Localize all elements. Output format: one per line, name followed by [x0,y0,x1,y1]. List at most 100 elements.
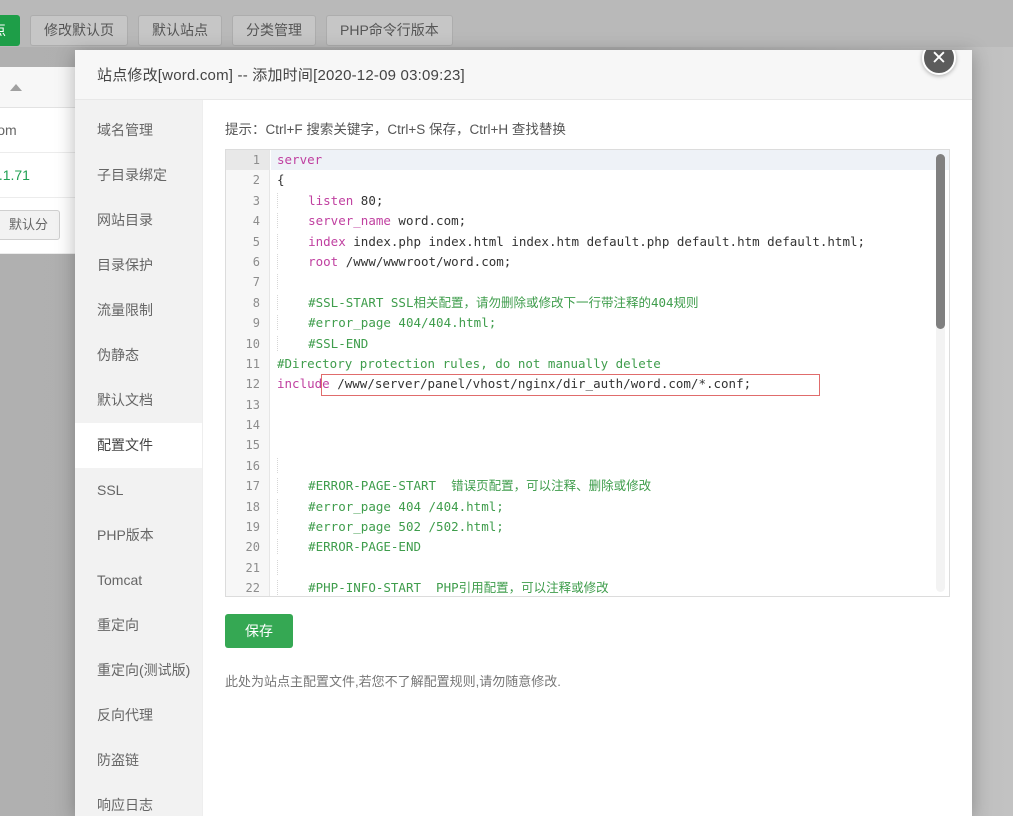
sidebar-item-label: 伪静态 [97,347,139,363]
code-line[interactable] [271,395,949,415]
indent-guide [277,458,308,473]
sidebar-item-label: 目录保护 [97,257,153,273]
footer-note: 此处为站点主配置文件,若您不了解配置规则,请勿随意修改. [225,671,950,690]
modal-sidebar: 域名管理子目录绑定网站目录目录保护流量限制伪静态默认文档配置文件 SSL PHP版本… [75,100,203,816]
default-category-button[interactable]: 默认分 [0,210,60,240]
sidebar-item-label: 默认文档 [97,392,153,408]
sidebar-item-label: 响应日志 [97,797,153,813]
code-line[interactable]: include /www/server/panel/vhost/nginx/di… [271,374,949,394]
code-line[interactable]: server_name word.com; [271,211,949,231]
editor-scrollbar[interactable] [936,154,945,592]
site-name-cell: word.com [0,122,17,138]
indent-guide [277,336,308,351]
code-line[interactable]: #error_page 502 /502.html; [271,517,949,537]
sidebar-item-10[interactable]: Tomcat [75,558,202,603]
code-line[interactable]: root /www/wwwroot/word.com; [271,252,949,272]
sidebar-item-9[interactable]: PHP版本 [75,513,202,558]
code-line[interactable]: index index.php index.html index.htm def… [271,232,949,252]
sidebar-item-13[interactable]: 反向代理 [75,693,202,738]
modal-title: 站点修改[word.com] -- 添加时间[2020-12-09 03:09:… [97,64,465,85]
background-toolbar: 点 修改默认页 默认站点 分类管理 PHP命令行版本 [0,0,1013,47]
line-number: 16 [226,456,269,476]
sidebar-item-11[interactable]: 重定向 [75,603,202,648]
code-line[interactable]: #error_page 404/404.html; [271,313,949,333]
code-line[interactable]: listen 80; [271,191,949,211]
modal-header: 站点修改[word.com] -- 添加时间[2020-12-09 03:09:… [75,50,972,100]
line-number: 17 [226,476,269,496]
line-number: 19 [226,517,269,537]
indent-guide [277,499,308,514]
code-line[interactable]: #SSL-END [271,334,949,354]
sidebar-item-label: 防盗链 [97,752,139,768]
sidebar-item-label: 域名管理 [97,122,153,138]
code-token: include [277,376,330,391]
code-line[interactable]: { [271,170,949,190]
category-management-button[interactable]: 分类管理 [232,15,316,46]
sidebar-item-8[interactable]: SSL [75,468,202,513]
code-token: #SSL-START SSL相关配置，请勿删除或修改下一行带注释的404规则 [308,295,698,310]
sidebar-item-label: PHP版本 [97,527,154,543]
line-number: 1 [226,150,269,170]
sidebar-item-label: 配置文件 [97,437,153,453]
default-site-button[interactable]: 默认站点 [138,15,222,46]
code-line[interactable] [271,435,949,455]
code-line[interactable]: server [271,150,949,170]
line-number: 8 [226,293,269,313]
code-line[interactable]: #error_page 404 /404.html; [271,497,949,517]
code-token: server [277,152,322,167]
code-token: root [308,254,338,269]
code-token: listen [308,193,353,208]
sidebar-item-15[interactable]: 响应日志 [75,783,202,816]
code-line[interactable] [271,415,949,435]
sidebar-item-0[interactable]: 域名管理 [75,108,202,153]
sidebar-item-1[interactable]: 子目录绑定 [75,153,202,198]
sidebar-item-12[interactable]: 重定向(测试版) [75,648,202,693]
editor-scrollbar-thumb[interactable] [936,154,945,329]
sidebar-item-label: 重定向 [97,617,139,633]
line-number: 11 [226,354,269,374]
code-token: index [308,234,346,249]
code-token: #error_page 404/404.html; [308,315,496,330]
code-token: #error_page 404 /404.html; [308,499,504,514]
editor-code-area[interactable]: server { listen 80; server_name word.com;… [271,150,949,596]
modal-body: 域名管理子目录绑定网站目录目录保护流量限制伪静态默认文档配置文件 SSL PHP版本… [75,100,972,816]
line-number: 9 [226,313,269,333]
line-number: 15 [226,435,269,455]
code-token: #ERROR-PAGE-END [308,539,421,554]
add-site-button[interactable]: 点 [0,15,20,46]
line-number: 21 [226,558,269,578]
code-token: word.com; [391,213,466,228]
line-number: 20 [226,537,269,557]
indent-guide [277,580,308,595]
php-cli-version-button[interactable]: PHP命令行版本 [326,15,453,46]
code-line[interactable]: #ERROR-PAGE-START 错误页配置，可以注释、删除或修改 [271,476,949,496]
code-token: #ERROR-PAGE-START 错误页配置，可以注释、删除或修改 [308,478,651,493]
sort-ascending-icon[interactable] [10,84,22,91]
sidebar-item-3[interactable]: 目录保护 [75,243,202,288]
code-line[interactable] [271,558,949,578]
code-line[interactable]: #ERROR-PAGE-END [271,537,949,557]
code-line[interactable]: #Directory protection rules, do not manu… [271,354,949,374]
sidebar-item-4[interactable]: 流量限制 [75,288,202,333]
code-line[interactable] [271,456,949,476]
code-line[interactable]: #SSL-START SSL相关配置，请勿删除或修改下一行带注释的404规则 [271,293,949,313]
line-number: 3 [226,191,269,211]
code-line[interactable] [271,272,949,292]
indent-guide [277,213,308,228]
line-number: 14 [226,415,269,435]
sidebar-item-2[interactable]: 网站目录 [75,198,202,243]
line-number: 13 [226,395,269,415]
save-button[interactable]: 保存 [225,614,293,648]
sidebar-item-14[interactable]: 防盗链 [75,738,202,783]
line-number: 7 [226,272,269,292]
sidebar-item-6[interactable]: 默认文档 [75,378,202,423]
modify-default-page-button[interactable]: 修改默认页 [30,15,128,46]
sidebar-item-label: 反向代理 [97,707,153,723]
line-number: 12 [226,374,269,394]
code-line[interactable]: #PHP-INFO-START PHP引用配置，可以注释或修改 [271,578,949,596]
config-file-editor[interactable]: 12345678910111213141516171819202122 serv… [225,149,950,597]
indent-guide [277,539,308,554]
indent-guide [277,274,308,289]
sidebar-item-7[interactable]: 配置文件 [75,423,202,468]
sidebar-item-5[interactable]: 伪静态 [75,333,202,378]
